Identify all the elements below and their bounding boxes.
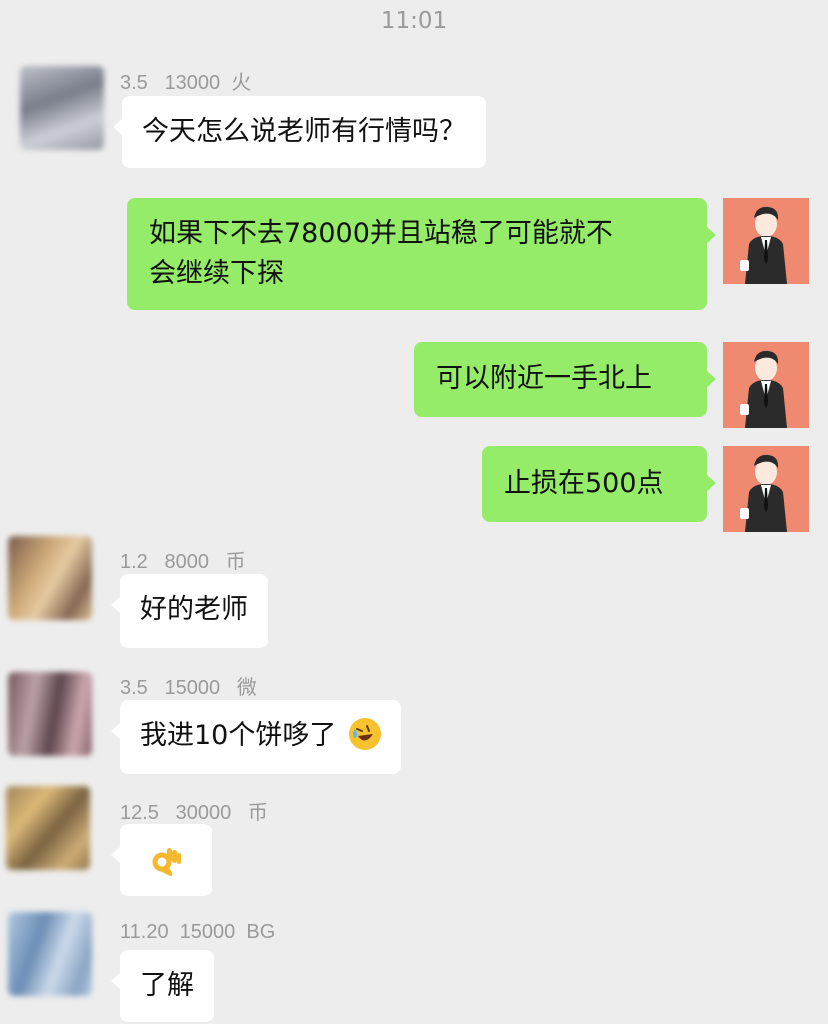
avatar[interactable] (723, 198, 809, 284)
message-bubble[interactable]: 今天怎么说老师有行情吗？ (113, 96, 486, 168)
teacher-avatar-icon (740, 454, 787, 532)
message-text: 可以附近一手北上 (436, 363, 652, 394)
message-bubble[interactable] (111, 824, 212, 896)
sender-name: 1.2 8000 币 (120, 551, 246, 573)
avatar[interactable] (20, 66, 104, 150)
message-bubble[interactable]: 可以附近一手北上 (414, 342, 716, 417)
teacher-avatar-icon (740, 350, 787, 428)
avatar[interactable] (6, 786, 90, 870)
message-bubble[interactable]: 如果下不去78000并且站稳了可能就不 会继续下探 (127, 198, 716, 310)
message-text-line: 如果下不去78000并且站稳了可能就不 (149, 218, 613, 249)
message-bubble[interactable]: 了解 (111, 950, 214, 1022)
avatar[interactable] (8, 912, 92, 996)
sender-name: 3.5 13000 火 (120, 72, 252, 94)
avatar[interactable] (8, 672, 92, 756)
rolling-on-floor-laughing-icon (348, 718, 381, 750)
message-text: 我进10个饼哆了 (140, 720, 337, 751)
message-text: 今天怎么说老师有行情吗？ (142, 116, 466, 147)
message-bubble[interactable]: 好的老师 (111, 574, 268, 648)
message-text: 好的老师 (140, 594, 248, 625)
avatar[interactable] (723, 342, 809, 428)
teacher-avatar-icon (740, 206, 787, 284)
sender-name: 12.5 30000 币 (120, 802, 268, 824)
status-time: 11:01 (380, 8, 448, 34)
message-bubble[interactable]: 止损在500点 (482, 446, 716, 522)
message-text: 了解 (140, 970, 194, 1001)
avatar[interactable] (8, 536, 92, 620)
message-bubble[interactable]: 我进10个饼哆了 (111, 700, 401, 774)
avatar[interactable] (723, 446, 809, 532)
sender-name: 3.5 15000 微 (120, 677, 257, 699)
sender-name: 11.20 15000 BG (120, 921, 276, 943)
ok-hand-icon (152, 848, 181, 876)
message-text: 止损在500点 (504, 468, 664, 499)
message-text-line: 会继续下探 (149, 258, 284, 289)
